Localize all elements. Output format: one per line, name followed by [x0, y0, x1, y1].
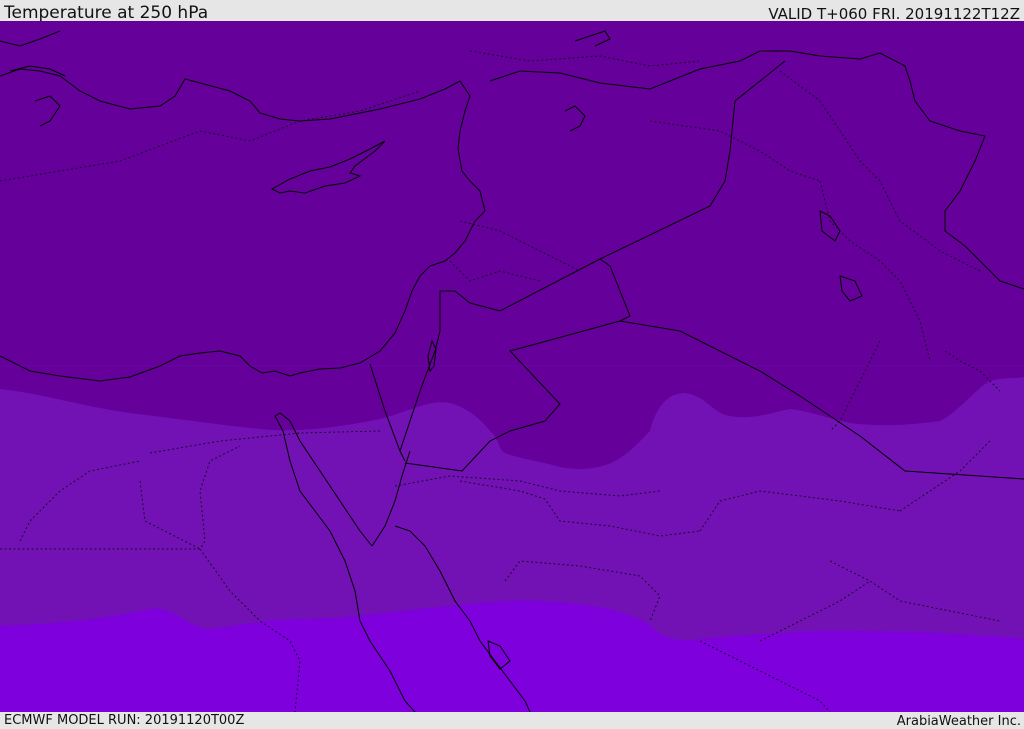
model-run: ECMWF MODEL RUN: 20191120T00Z	[4, 713, 245, 728]
header-bar: Temperature at 250 hPa VALID T+060 FRI. …	[0, 0, 1024, 23]
map-area	[0, 21, 1024, 712]
credit: ArabiaWeather Inc.	[896, 714, 1021, 729]
map-frame: Temperature at 250 hPa VALID T+060 FRI. …	[0, 0, 1024, 729]
map-canvas	[0, 21, 1024, 712]
footer-bar: ECMWF MODEL RUN: 20191120T00Z ArabiaWeat…	[0, 712, 1024, 729]
